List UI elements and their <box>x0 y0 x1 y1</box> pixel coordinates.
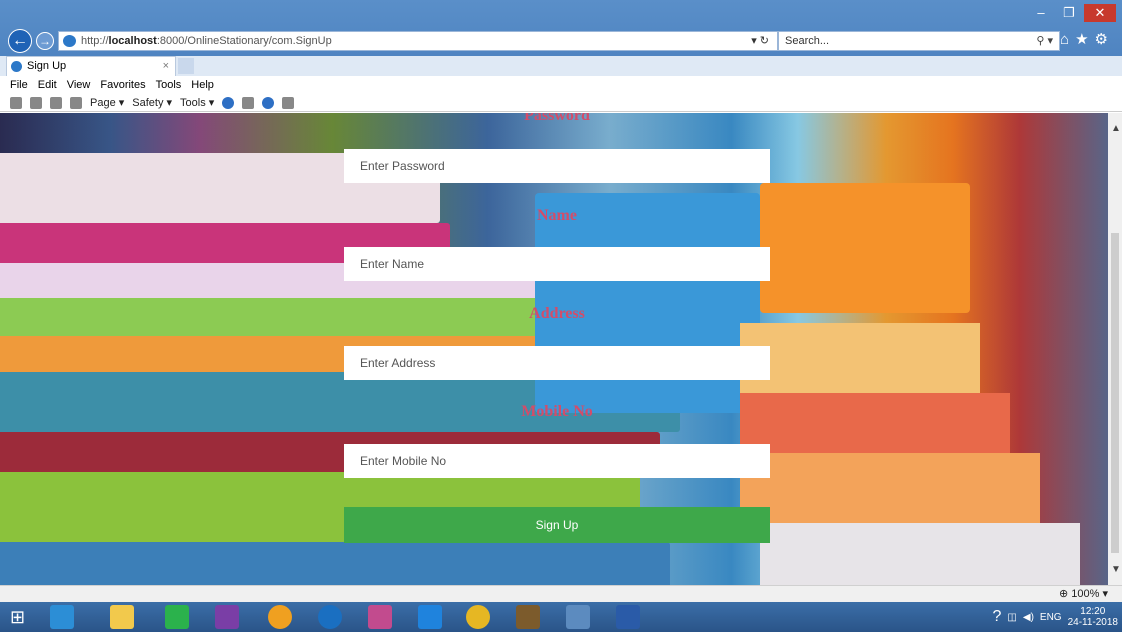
url-prefix: http:// <box>81 35 109 47</box>
word-icon[interactable] <box>616 605 640 629</box>
file-explorer-icon[interactable] <box>110 605 134 629</box>
new-tab-button[interactable] <box>178 58 194 74</box>
app-icon[interactable] <box>368 605 392 629</box>
name-label: Name <box>537 207 577 224</box>
password-field[interactable] <box>344 149 770 183</box>
volume-icon[interactable]: ◀) <box>1023 612 1034 623</box>
cmd-tools[interactable]: Tools ▾ <box>180 94 214 111</box>
background-sticky-notes <box>740 393 1010 453</box>
scroll-up-icon[interactable]: ▲ <box>1111 123 1121 134</box>
page-scrollbar[interactable]: ▲ ▼ <box>1108 113 1122 585</box>
background-blue-cup <box>535 193 760 413</box>
dropbox-icon[interactable] <box>418 605 442 629</box>
ie-tab-icon <box>11 61 22 72</box>
status-bar: ⊕ 100% ▾ <box>0 585 1122 603</box>
zoom-value: 100% <box>1071 588 1100 600</box>
system-tray: ? ◫ ◀) ENG 12:20 24-11-2018 <box>993 602 1118 632</box>
menu-file[interactable]: File <box>10 76 28 94</box>
help-tray-icon[interactable]: ? <box>993 608 1002 626</box>
background-sticky-notes <box>740 323 980 393</box>
menu-tools[interactable]: Tools <box>156 76 182 94</box>
password-label: Password <box>524 113 590 124</box>
hp-taskbar-icon[interactable] <box>318 605 342 629</box>
navigation-row: ← → http://localhost:8000/OnlineStationa… <box>0 28 1122 54</box>
app-icon[interactable] <box>516 605 540 629</box>
help-icon[interactable] <box>222 97 235 109</box>
mobile-field[interactable] <box>344 444 770 478</box>
tab-sign-up[interactable]: Sign Up × <box>6 56 176 76</box>
cmd-page[interactable]: Page ▾ <box>90 94 124 111</box>
close-window-button[interactable]: ✕ <box>1084 4 1116 22</box>
window-controls: – ❐ ✕ <box>1028 4 1116 22</box>
url-host: localhost <box>108 35 157 47</box>
scroll-down-icon[interactable]: ▼ <box>1111 564 1121 575</box>
minimize-button[interactable]: – <box>1028 4 1054 22</box>
restore-button[interactable]: ❐ <box>1056 4 1082 22</box>
photos-app-icon[interactable] <box>215 605 239 629</box>
sign-up-button[interactable]: Sign Up <box>344 507 770 543</box>
research-icon[interactable] <box>242 97 255 109</box>
refresh-icon[interactable]: ▾ ↻ <box>751 32 769 50</box>
search-icon[interactable]: ⚲ ▾ <box>1036 32 1053 50</box>
menu-edit[interactable]: Edit <box>38 76 57 94</box>
favorites-star-icon[interactable]: ★ <box>1075 31 1094 48</box>
forward-button[interactable]: → <box>36 32 54 50</box>
search-placeholder: Search... <box>785 35 830 47</box>
feeds-icon[interactable] <box>30 97 42 109</box>
menu-help[interactable]: Help <box>191 76 214 94</box>
url-path: :8000/OnlineStationary/com.SignUp <box>156 35 332 47</box>
background-orange-cup <box>760 183 970 313</box>
menu-favorites[interactable]: Favorites <box>100 76 145 94</box>
paint-icon[interactable] <box>566 605 590 629</box>
address-bar[interactable]: http://localhost:8000/OnlineStationary/c… <box>58 31 778 51</box>
background-paper-stack <box>760 523 1080 585</box>
ie-page-icon <box>63 35 76 47</box>
clock[interactable]: 12:20 24-11-2018 <box>1068 606 1118 628</box>
browser-titlebar: – ❐ ✕ ← → http://localhost:8000/OnlineSt… <box>0 0 1122 56</box>
search-box[interactable]: Search... ⚲ ▾ <box>778 31 1060 51</box>
media-player-icon[interactable] <box>268 605 292 629</box>
windows-taskbar: ⊞ ? ◫ ◀) ENG 12:20 24-11-2018 <box>0 602 1122 632</box>
address-field[interactable] <box>344 346 770 380</box>
scroll-thumb[interactable] <box>1111 233 1119 553</box>
network-icon[interactable]: ◫ <box>1007 612 1016 623</box>
home-icon[interactable]: ⌂ <box>1060 31 1075 48</box>
windows-start-icon[interactable]: ⊞ <box>10 605 34 629</box>
hp-icon[interactable] <box>262 97 275 109</box>
browser-right-icons: ⌂★⚙ <box>1060 30 1114 48</box>
menu-view[interactable]: View <box>67 76 91 94</box>
back-button[interactable]: ← <box>8 29 32 53</box>
addon-icon[interactable] <box>282 97 295 109</box>
tab-title: Sign Up <box>27 60 67 72</box>
gear-icon[interactable]: ⚙ <box>1095 31 1114 48</box>
language-indicator[interactable]: ENG <box>1040 612 1062 623</box>
zoom-level[interactable]: ⊕ 100% ▾ <box>1059 587 1108 600</box>
mail-icon[interactable] <box>50 97 62 109</box>
page-viewport: Password Name Address Mobile No Sign Up <box>0 113 1108 585</box>
print-icon[interactable] <box>70 97 82 109</box>
clock-date: 24-11-2018 <box>1067 617 1118 628</box>
chrome-icon[interactable] <box>466 605 490 629</box>
name-field[interactable] <box>344 247 770 281</box>
command-bar: Page ▾ Safety ▾ Tools ▾ <box>0 94 1122 112</box>
menu-bar: File Edit View Favorites Tools Help <box>0 76 1122 94</box>
store-icon[interactable] <box>165 605 189 629</box>
background-sticky-notes <box>740 453 1040 523</box>
address-label: Address <box>529 305 585 322</box>
background-notebook <box>0 542 670 585</box>
ie-taskbar-icon[interactable] <box>50 605 74 629</box>
cmd-safety[interactable]: Safety ▾ <box>132 94 172 111</box>
tab-row: Sign Up × <box>0 56 1122 76</box>
home-cmd-icon[interactable] <box>10 97 22 109</box>
mobile-label: Mobile No <box>521 403 593 420</box>
clock-time: 12:20 <box>1080 606 1106 617</box>
close-tab-icon[interactable]: × <box>163 57 169 75</box>
